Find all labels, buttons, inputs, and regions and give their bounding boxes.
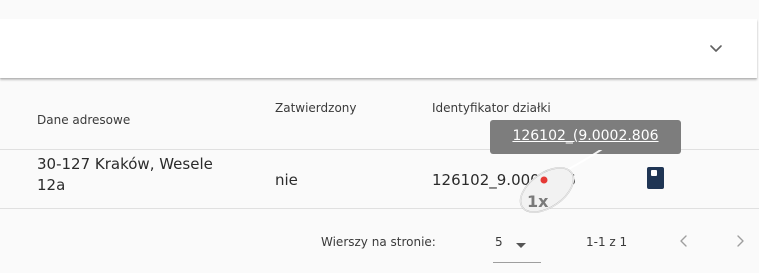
chevron-down-icon[interactable] (706, 39, 726, 59)
book-icon[interactable] (647, 167, 664, 189)
dropdown-arrow-icon (516, 243, 526, 248)
cursor-badge: 1x (527, 192, 549, 211)
filter-accordion[interactable] (0, 19, 757, 78)
rows-per-page-label: Wierszy na stronie: (321, 235, 436, 249)
column-header-address[interactable]: Dane adresowe (37, 113, 130, 127)
chevron-right-icon[interactable] (732, 233, 748, 249)
chevron-left-icon[interactable] (676, 233, 692, 249)
parcel-id-tooltip: 126102_(9.0002.806 (490, 120, 681, 154)
table-divider (0, 208, 759, 209)
column-header-parcel-id[interactable]: Identyfikator działki (432, 101, 551, 115)
pagination-range: 1-1 z 1 (586, 235, 628, 249)
cell-approved: nie (275, 171, 298, 189)
click-cursor-overlay: 1x (519, 150, 603, 213)
column-header-approved[interactable]: Zatwierdzony (275, 101, 357, 115)
click-point-icon (540, 176, 548, 184)
tooltip-text: 126102_(9.0002.806 (512, 128, 659, 144)
cell-address: 30-127 Kraków, Wesele 12a (37, 155, 213, 194)
rows-per-page-value: 5 (495, 235, 503, 249)
rows-per-page-select[interactable]: 5 (493, 230, 541, 263)
